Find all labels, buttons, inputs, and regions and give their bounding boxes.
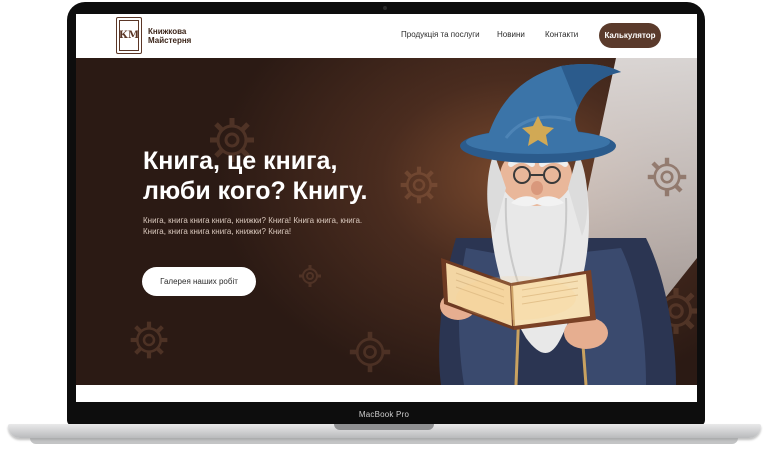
- next-section-strip: [76, 385, 697, 402]
- logo-monogram: КМ: [118, 30, 140, 41]
- gear-icon: [130, 321, 168, 359]
- nav-link-news[interactable]: Новини: [497, 30, 525, 39]
- hero-subtitle: Книга, книга книга книга, книжки? Книга!…: [143, 215, 403, 237]
- device-model-label: MacBook Pro: [358, 410, 410, 419]
- device-mockup: КМ Книжкова Майстерня Продукція та послу…: [0, 0, 768, 449]
- hero-title: Книга, це книга, люби кого? Книгу.: [143, 146, 423, 206]
- laptop-notch: [334, 424, 434, 430]
- hero-subtitle-line2: Книга, книга книга книга, книжки? Книга!: [143, 227, 292, 236]
- laptop-base-shadow: [30, 438, 738, 444]
- hero-title-line2: люби кого? Книгу.: [143, 177, 368, 205]
- gallery-button[interactable]: Галерея наших робіт: [142, 267, 256, 296]
- book-logo-icon[interactable]: КМ: [116, 17, 142, 54]
- logo-text-line1: Книжкова: [148, 27, 187, 36]
- logo-text-line2: Майстерня: [148, 36, 192, 45]
- nav-link-products[interactable]: Продукція та послуги: [401, 30, 480, 39]
- hero-section: Книга, це книга, люби кого? Книгу. Книга…: [76, 58, 697, 385]
- hero-subtitle-line1: Книга, книга книга книга, книжки? Книга!…: [143, 216, 363, 225]
- camera-icon: [383, 6, 387, 10]
- nav-link-contacts[interactable]: Контакти: [545, 30, 578, 39]
- hero-title-line1: Книга, це книга,: [143, 147, 338, 175]
- gear-icon: [299, 265, 321, 287]
- site-header: КМ Книжкова Майстерня Продукція та послу…: [76, 14, 697, 58]
- website-screen: КМ Книжкова Майстерня Продукція та послу…: [76, 14, 697, 402]
- logo-text[interactable]: Книжкова Майстерня: [148, 27, 208, 45]
- calculator-button[interactable]: Калькулятор: [599, 23, 661, 48]
